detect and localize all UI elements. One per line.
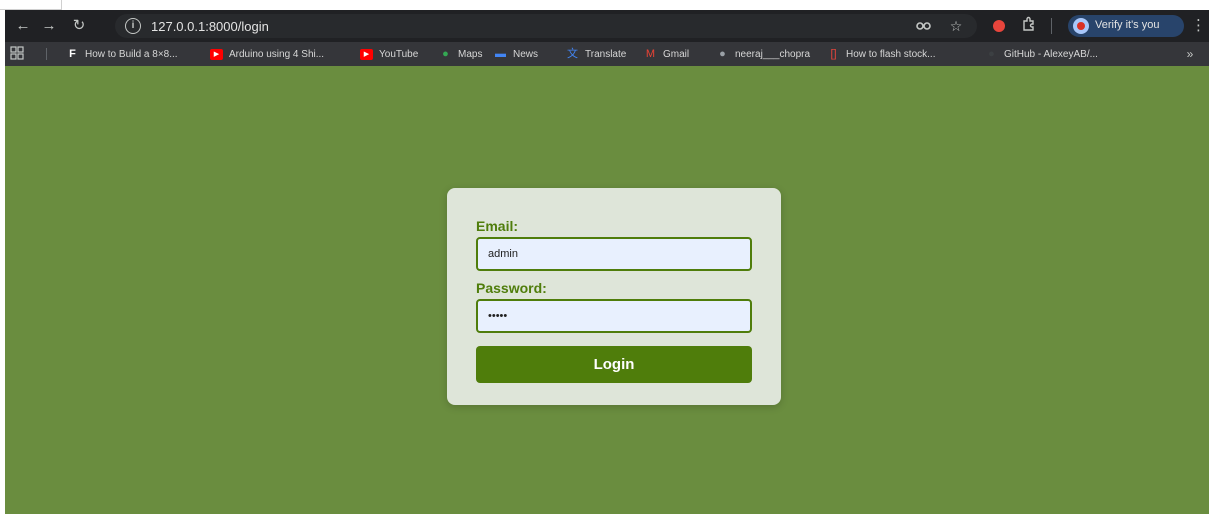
site-info-icon[interactable]: i bbox=[125, 18, 141, 34]
bookmark-label: GitHub - AlexeyAB/... bbox=[1004, 48, 1098, 60]
more-bookmarks-icon[interactable]: » bbox=[1182, 46, 1198, 62]
email-label: Email: bbox=[476, 218, 519, 234]
bookmark-label: Translate bbox=[585, 48, 627, 60]
bookmark-favicon-icon: ▶ bbox=[210, 48, 223, 60]
bookmark-label: Arduino using 4 Shi... bbox=[229, 48, 325, 60]
bookmarks-divider bbox=[46, 48, 47, 60]
bookmark-star-icon[interactable]: ☆ bbox=[947, 18, 965, 34]
browser-toolbar: ← → ↻ i 127.0.0.1:8000/login ☆ Verify it… bbox=[5, 10, 1209, 42]
forward-icon[interactable]: → bbox=[37, 14, 61, 38]
bookmark-favicon-icon: ● bbox=[442, 47, 449, 60]
login-button[interactable]: Login bbox=[476, 346, 752, 383]
password-key-icon[interactable] bbox=[915, 18, 933, 34]
bookmark-favicon-icon: 文 bbox=[567, 47, 578, 60]
bookmark-item[interactable]: ● GitHub - AlexeyAB/... bbox=[985, 45, 1098, 63]
url-text[interactable]: 127.0.0.1:8000/login bbox=[151, 19, 269, 34]
bookmark-favicon-icon: F bbox=[69, 47, 76, 60]
reload-icon[interactable]: ↻ bbox=[67, 14, 91, 38]
bookmark-label: How to Build a 8×8... bbox=[85, 48, 178, 60]
login-card: Email: Password: Login bbox=[447, 188, 781, 405]
bookmark-label: Maps bbox=[458, 48, 483, 60]
password-label: Password: bbox=[476, 280, 547, 296]
bookmark-favicon-icon: [] bbox=[830, 47, 837, 60]
bookmark-favicon-icon: M bbox=[645, 47, 656, 60]
bookmark-item[interactable]: ● neeraj___chopra bbox=[716, 45, 810, 63]
bookmark-label: News bbox=[513, 48, 539, 60]
bookmarks-bar: F How to Build a 8×8... ▶ Arduino using 4 S… bbox=[5, 42, 1209, 66]
page-content: Email: Password: Login bbox=[5, 66, 1209, 514]
bookmark-favicon-icon: ● bbox=[988, 47, 995, 60]
bookmark-label: YouTube bbox=[379, 48, 419, 60]
apps-grid-icon[interactable] bbox=[10, 46, 26, 62]
toolbar-divider bbox=[1051, 18, 1052, 34]
bookmark-item[interactable]: ▶ YouTube bbox=[360, 45, 418, 63]
extensions-puzzle-icon[interactable] bbox=[1019, 16, 1039, 36]
profile-verify-label: Verify it's you bbox=[1095, 19, 1160, 31]
bookmark-item[interactable]: ● Maps bbox=[439, 45, 482, 63]
bookmark-item[interactable]: ▬ News bbox=[494, 45, 538, 63]
bookmark-item[interactable]: F How to Build a 8×8... bbox=[66, 45, 178, 63]
bookmark-item[interactable]: [] How to flash stock... bbox=[827, 45, 935, 63]
tab-strip-fragment bbox=[0, 0, 62, 10]
browser-menu-icon[interactable]: ⋮ bbox=[1191, 16, 1206, 36]
bookmark-favicon-icon: ● bbox=[719, 47, 726, 60]
extension-icon[interactable] bbox=[993, 20, 1005, 32]
bookmark-favicon-icon: ▬ bbox=[495, 47, 506, 60]
bookmark-item[interactable]: 文 Translate bbox=[566, 45, 626, 63]
browser-window: ← → ↻ i 127.0.0.1:8000/login ☆ Verify it… bbox=[5, 10, 1209, 514]
address-bar[interactable]: i 127.0.0.1:8000/login ☆ bbox=[115, 14, 977, 38]
bookmark-label: Gmail bbox=[663, 48, 690, 60]
bookmark-favicon-icon: ▶ bbox=[360, 48, 373, 60]
profile-verify-button[interactable]: Verify it's you bbox=[1068, 15, 1184, 37]
password-input[interactable] bbox=[476, 299, 752, 333]
bookmark-item[interactable]: M Gmail bbox=[644, 45, 689, 63]
bookmark-item[interactable]: ▶ Arduino using 4 Shi... bbox=[210, 45, 324, 63]
back-icon[interactable]: ← bbox=[11, 14, 35, 38]
profile-avatar-icon bbox=[1073, 18, 1089, 34]
bookmark-label: neeraj___chopra bbox=[735, 48, 811, 60]
email-input[interactable] bbox=[476, 237, 752, 271]
bookmark-label: How to flash stock... bbox=[846, 48, 936, 60]
